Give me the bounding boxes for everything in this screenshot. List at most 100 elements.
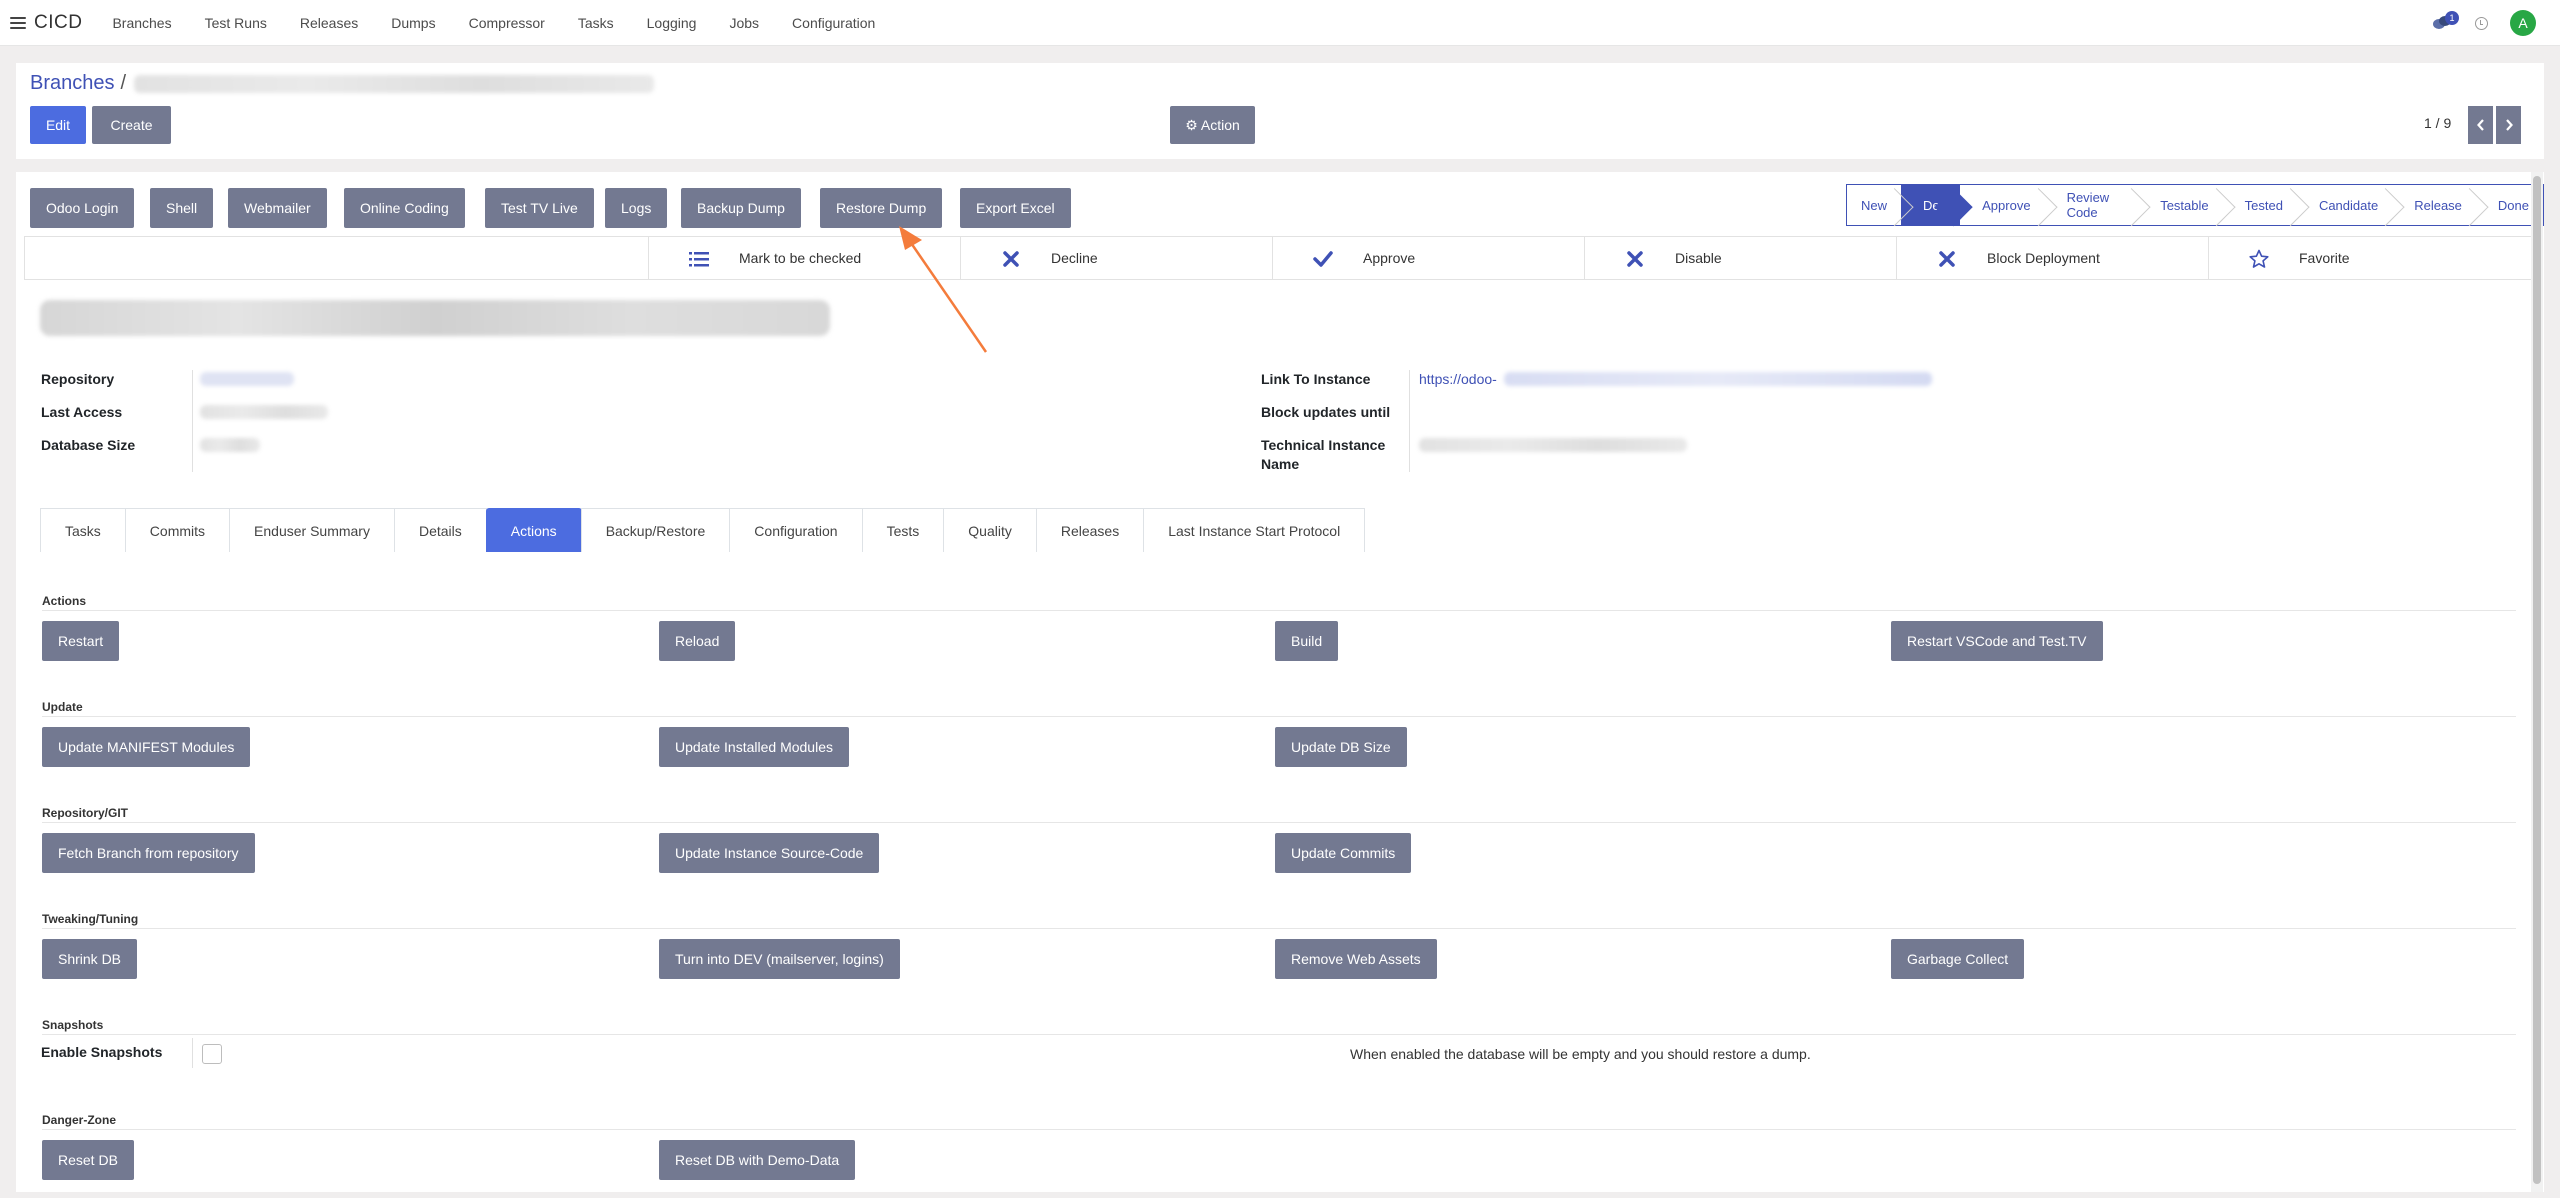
fetch-branch-button[interactable]: Fetch Branch from repository (42, 833, 255, 873)
menu-compressor[interactable]: Compressor (469, 15, 545, 31)
mark-to-be-checked-button[interactable]: Mark to be checked (649, 237, 961, 279)
top-navbar: CICD Branches Test Runs Releases Dumps C… (0, 0, 2560, 46)
notebook-tabs: Tasks Commits Enduser Summary Details Ac… (40, 508, 1366, 552)
link-to-instance-value[interactable]: https://odoo- (1419, 371, 1497, 387)
reset-db-demo-data-button[interactable]: Reset DB with Demo-Data (659, 1140, 856, 1180)
reset-db-button[interactable]: Reset DB (42, 1140, 134, 1180)
user-avatar[interactable]: A (2510, 10, 2536, 36)
backup-dump-button[interactable]: Backup Dump (681, 188, 801, 228)
stage-release[interactable]: Release (2392, 185, 2476, 225)
shrink-db-button[interactable]: Shrink DB (42, 939, 138, 979)
enable-snapshots-help-text: When enabled the database will be empty … (1350, 1046, 1811, 1062)
menu-releases[interactable]: Releases (300, 15, 358, 31)
last-access-value-redacted (200, 405, 328, 419)
stage-new[interactable]: New (1847, 185, 1901, 225)
pager-next-button[interactable] (2496, 106, 2521, 144)
smart-buttons-box: Mark to be checked Decline Approve Disab… (24, 236, 2536, 280)
favorite-label: Favorite (2299, 250, 2350, 266)
tab-tasks[interactable]: Tasks (40, 508, 126, 552)
tab-releases[interactable]: Releases (1035, 508, 1145, 552)
tab-configuration[interactable]: Configuration (729, 508, 863, 552)
tab-commits[interactable]: Commits (124, 508, 231, 552)
tab-backup-restore[interactable]: Backup/Restore (580, 508, 731, 552)
enable-snapshots-checkbox[interactable] (202, 1044, 222, 1064)
logs-button[interactable]: Logs (605, 188, 668, 228)
hamburger-menu-icon[interactable] (10, 16, 26, 29)
shell-button[interactable]: Shell (150, 188, 214, 228)
form-sheet: Odoo Login Shell Webmailer Online Coding… (16, 172, 2544, 1192)
disable-button[interactable]: Disable (1585, 237, 1897, 279)
list-icon (689, 252, 709, 267)
chevron-right-icon (2505, 119, 2513, 131)
test-tv-live-button[interactable]: Test TV Live (485, 188, 594, 228)
edit-button[interactable]: Edit (30, 106, 86, 144)
tab-enduser-summary[interactable]: Enduser Summary (229, 508, 395, 552)
block-deployment-button[interactable]: Block Deployment (1897, 237, 2209, 279)
link-to-instance-label: Link To Instance (1261, 371, 1371, 387)
menu-logging[interactable]: Logging (647, 15, 697, 31)
menu-dumps[interactable]: Dumps (391, 15, 435, 31)
section-title-update: Update (42, 700, 83, 714)
tab-details[interactable]: Details (393, 508, 487, 552)
breadcrumb-branches-link[interactable]: Branches (30, 72, 115, 95)
stage-review-code[interactable]: Review Code (2045, 185, 2139, 225)
export-excel-button[interactable]: Export Excel (960, 188, 1071, 228)
enable-snapshots-label: Enable Snapshots (41, 1044, 163, 1060)
technical-instance-name-label-line1: Technical Instance (1261, 437, 1386, 453)
page-scrollbar[interactable] (2531, 172, 2543, 1192)
stage-approve[interactable]: Approve (1960, 185, 2044, 225)
restart-button[interactable]: Restart (42, 621, 120, 661)
tab-tests[interactable]: Tests (861, 508, 945, 552)
stage-testable[interactable]: Testable (2138, 185, 2222, 225)
menu-jobs[interactable]: Jobs (729, 15, 759, 31)
control-panel: Branches / Edit Create ⚙ Action 1 / 9 (16, 63, 2544, 159)
pager-previous-button[interactable] (2468, 106, 2493, 144)
x-icon (1627, 251, 1643, 267)
update-instance-source-code-button[interactable]: Update Instance Source-Code (659, 833, 880, 873)
menu-branches[interactable]: Branches (112, 15, 171, 31)
section-title-danger-zone: Danger-Zone (42, 1113, 117, 1127)
approve-button[interactable]: Approve (1273, 237, 1585, 279)
restore-dump-button[interactable]: Restore Dump (820, 188, 943, 228)
odoo-login-button[interactable]: Odoo Login (30, 188, 135, 228)
turn-into-dev-button[interactable]: Turn into DEV (mailserver, logins) (659, 939, 900, 979)
breadcrumb-record-name-redacted (134, 74, 655, 93)
chevron-left-icon (2476, 119, 2484, 131)
update-db-size-button[interactable]: Update DB Size (1275, 727, 1407, 767)
menu-tasks[interactable]: Tasks (578, 15, 614, 31)
breadcrumb: Branches / (30, 72, 655, 95)
update-manifest-modules-button[interactable]: Update MANIFEST Modules (42, 727, 251, 767)
restart-vscode-testtv-button[interactable]: Restart VSCode and Test.TV (1891, 621, 2103, 661)
garbage-collect-button[interactable]: Garbage Collect (1891, 939, 2025, 979)
app-brand[interactable]: CICD (34, 12, 82, 34)
online-coding-button[interactable]: Online Coding (344, 188, 465, 228)
x-icon (1003, 251, 1019, 267)
decline-button[interactable]: Decline (961, 237, 1273, 279)
menu-test-runs[interactable]: Test Runs (205, 15, 267, 31)
pager-counter[interactable]: 1 / 9 (2424, 115, 2451, 131)
tab-actions[interactable]: Actions (485, 508, 582, 552)
create-button[interactable]: Create (92, 106, 171, 144)
record-title-redacted (40, 300, 830, 336)
menu-configuration[interactable]: Configuration (792, 15, 875, 31)
action-dropdown-button[interactable]: ⚙ Action (1170, 106, 1255, 144)
remove-web-assets-button[interactable]: Remove Web Assets (1275, 939, 1437, 979)
repository-value-redacted[interactable] (200, 372, 294, 386)
stage-candidate[interactable]: Candidate (2297, 185, 2392, 225)
technical-instance-name-value-redacted (1419, 438, 1687, 452)
build-button[interactable]: Build (1275, 621, 1339, 661)
webmailer-button[interactable]: Webmailer (228, 188, 327, 228)
repository-label: Repository (41, 371, 115, 387)
tab-quality[interactable]: Quality (943, 508, 1037, 552)
messages-icon[interactable]: 1 (2433, 11, 2459, 31)
favorite-button[interactable]: Favorite (2209, 237, 2521, 279)
mark-to-be-checked-label: Mark to be checked (739, 250, 862, 266)
update-installed-modules-button[interactable]: Update Installed Modules (659, 727, 849, 767)
activity-clock-icon[interactable] (2475, 16, 2488, 30)
reload-button[interactable]: Reload (659, 621, 736, 661)
approve-label: Approve (1363, 250, 1416, 266)
block-deployment-label: Block Deployment (1987, 250, 2100, 266)
tab-last-instance-start-protocol[interactable]: Last Instance Start Protocol (1143, 508, 1366, 552)
link-to-instance-value-redacted[interactable] (1504, 372, 1932, 386)
update-commits-button[interactable]: Update Commits (1275, 833, 1412, 873)
